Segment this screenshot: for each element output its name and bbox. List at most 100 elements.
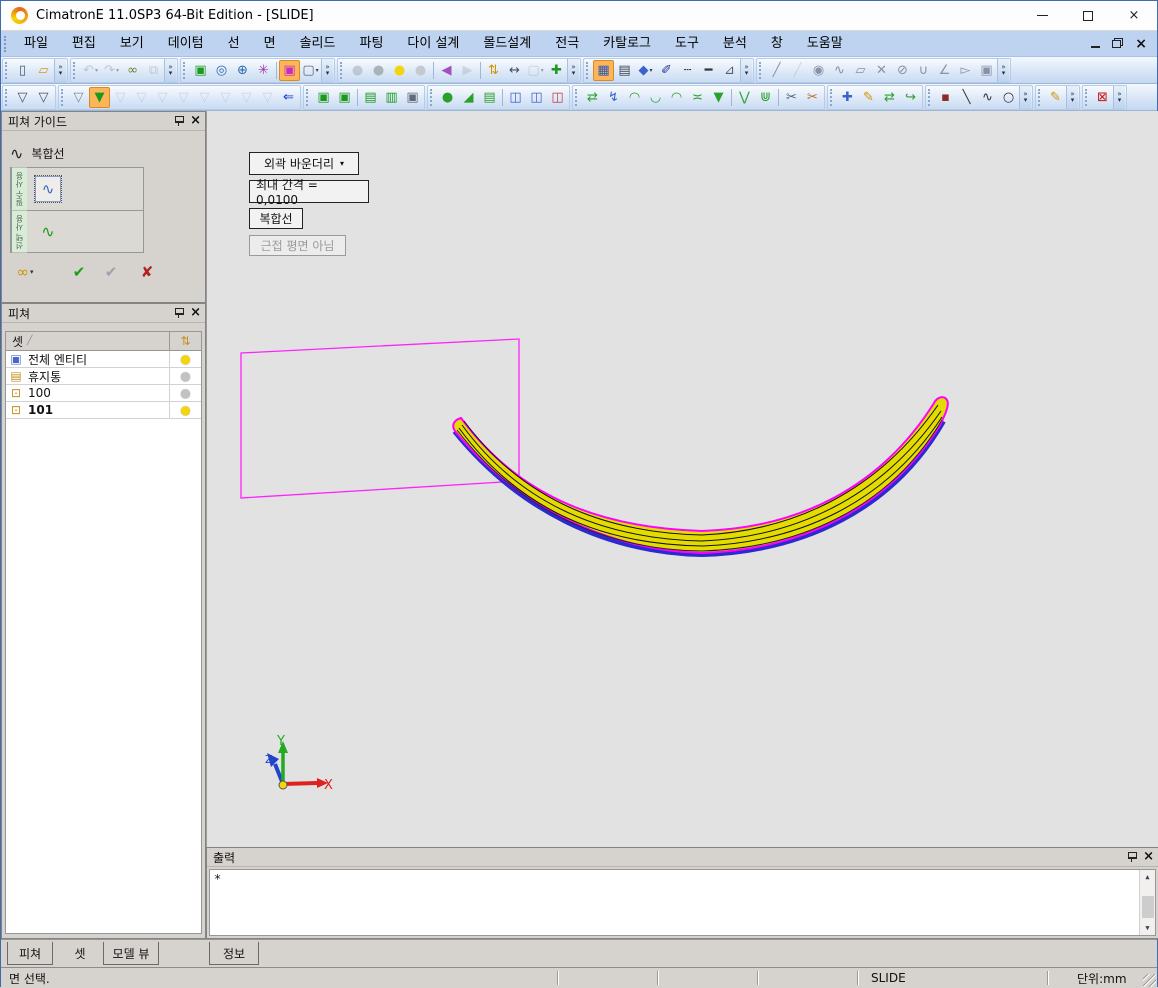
surface-dome-button[interactable]: ◠ — [624, 87, 645, 108]
minimize-button[interactable] — [1019, 1, 1065, 30]
table-row-recycle-bin[interactable]: ▤ 휴지통 ● — [6, 368, 201, 385]
toolbar-overflow-button[interactable]: » ▾ — [1113, 85, 1125, 109]
scroll-up-icon[interactable]: ▲ — [1140, 870, 1155, 884]
menu-item-1[interactable]: 편집 — [60, 36, 108, 51]
menubar-grip[interactable] — [4, 35, 8, 52]
pick-curves-step-icon[interactable]: ∿ — [34, 174, 62, 203]
tab-feature[interactable]: 피쳐 — [7, 942, 53, 965]
filter-active-button[interactable]: ▼ — [89, 86, 110, 108]
menu-item-4[interactable]: 선 — [216, 36, 252, 51]
measure-button[interactable]: ↔ — [504, 60, 525, 81]
snap-endpoint-button[interactable]: ╱ — [766, 60, 787, 81]
load-set-button[interactable]: ▣ — [334, 87, 355, 108]
resize-grip[interactable] — [1143, 974, 1156, 987]
filter-solids-button[interactable]: ▽ — [215, 87, 236, 108]
toolbar-overflow-button[interactable]: » ▾ — [997, 58, 1009, 82]
undo-button[interactable]: ↶ ▾ — [80, 60, 101, 81]
solid-chamfer-button[interactable]: ◢ — [458, 87, 479, 108]
toolbar-overflow-button[interactable]: » ▾ — [321, 58, 333, 82]
cut-by-plane-button[interactable]: ✂ — [802, 87, 823, 108]
pick-attribute-button[interactable]: ✐ — [656, 60, 677, 81]
snap-free-button[interactable]: ▻ — [955, 60, 976, 81]
toolbar-overflow-button[interactable]: » ▾ — [567, 58, 579, 82]
pin-icon[interactable] — [173, 307, 185, 319]
filter-planes-button[interactable]: ▽ — [173, 87, 194, 108]
tab-info[interactable]: 정보 — [209, 942, 259, 965]
apply-next-button[interactable]: ✔ — [98, 263, 124, 281]
snap-grid-button[interactable]: ▣ — [976, 60, 997, 81]
toolbar-grip[interactable] — [1085, 88, 1089, 106]
bulb-off-icon[interactable]: ● — [180, 369, 190, 383]
menu-item-2[interactable]: 보기 — [108, 36, 156, 51]
toolbar-grip[interactable] — [1038, 88, 1042, 106]
menu-item-3[interactable]: 데이텀 — [156, 36, 216, 51]
table-row-all-entities[interactable]: ▣ 전체 엔티티 ● — [6, 351, 201, 368]
close-icon[interactable]: × — [1143, 850, 1154, 863]
open-file-button[interactable]: ▱ — [33, 60, 54, 81]
entity-links-button[interactable]: ∞ — [122, 60, 143, 81]
surface-offset-button[interactable]: ⇄ — [582, 87, 603, 108]
row-label[interactable]: 전체 엔티티 — [26, 351, 169, 368]
cut-by-curve-button[interactable]: ✂ — [781, 87, 802, 108]
maximize-button[interactable] — [1065, 1, 1111, 30]
toolbar-grip[interactable] — [759, 61, 763, 79]
toolbar-overflow-button[interactable]: » ▾ — [1019, 85, 1031, 109]
filter-copies-button[interactable]: ▽ — [68, 87, 89, 108]
filter-surfaces-button[interactable]: ▽ — [194, 87, 215, 108]
toolbar-grip[interactable] — [575, 88, 579, 106]
dropdown-arrow-icon[interactable]: ▾ — [95, 67, 98, 74]
move-edit-button[interactable]: ✎ — [858, 87, 879, 108]
copy-box-button[interactable]: ▥ — [381, 87, 402, 108]
surface-flange-button[interactable]: ◠ — [666, 87, 687, 108]
menu-item-7[interactable]: 파팅 — [347, 36, 395, 51]
split-two-button[interactable]: ◫ — [526, 87, 547, 108]
close-icon[interactable]: × — [190, 306, 201, 319]
snap-center-button[interactable]: ◉ — [808, 60, 829, 81]
max-gap-button[interactable]: 최대 간격 = 0,0100 — [249, 178, 369, 207]
chevron-down-icon[interactable]: ▾ — [30, 268, 34, 276]
scroll-down-icon[interactable]: ▼ — [1140, 921, 1155, 935]
toolbar-overflow-button[interactable]: » ▾ — [1066, 85, 1078, 109]
zoom-all-button[interactable]: ▣ — [190, 60, 211, 81]
close-button[interactable]: × — [1111, 1, 1157, 30]
uv-lines-button[interactable]: ▦ — [593, 59, 614, 81]
toolbar-grip[interactable] — [586, 61, 590, 79]
outer-boundary-button[interactable]: 외곽 바운더리 ▾ — [249, 152, 359, 175]
trim-button[interactable]: ⋁ — [734, 87, 755, 108]
tab-set[interactable]: 셋 — [61, 942, 99, 965]
zoom-window-button[interactable]: ⊕ — [232, 60, 253, 81]
solid-fillet-button[interactable]: ● — [437, 87, 458, 108]
surface-twist-button[interactable]: ↯ — [603, 87, 624, 108]
slide-band[interactable] — [452, 396, 949, 555]
close-icon[interactable]: × — [190, 114, 201, 127]
menu-item-8[interactable]: 다이 설계 — [395, 36, 471, 51]
row-label[interactable]: 100 — [26, 386, 169, 400]
bulb-on-icon[interactable]: ● — [180, 352, 190, 366]
menu-item-5[interactable]: 면 — [252, 36, 288, 51]
mirror-button[interactable]: ⇄ — [879, 87, 900, 108]
transform-arrow-button[interactable]: ↪ — [900, 87, 921, 108]
open-box-button[interactable]: ▤ — [360, 87, 381, 108]
line-style-button[interactable]: ┄ — [677, 60, 698, 81]
filter-sets-button[interactable]: ▽ — [236, 87, 257, 108]
surface-bend-button[interactable]: ◡ — [645, 87, 666, 108]
dropdown-arrow-icon[interactable]: ▾ — [116, 67, 119, 74]
spline-button[interactable]: ∿ — [977, 87, 998, 108]
menu-item-11[interactable]: 카탈로그 — [591, 36, 663, 51]
create-set-button[interactable]: ▣ — [313, 87, 334, 108]
menu-item-6[interactable]: 솔리드 — [288, 36, 348, 51]
filter-dimensions-button[interactable]: ▽ — [257, 87, 278, 108]
copy-geometry-button[interactable]: ⧉ — [143, 60, 164, 81]
toolbar-overflow-button[interactable]: » ▾ — [54, 58, 66, 82]
sets-table-header[interactable]: 셋 ╱ ⇅ — [6, 332, 201, 351]
ok-button[interactable]: ✔ — [66, 263, 92, 281]
previous-display-button[interactable]: ◀ — [436, 60, 457, 81]
doc-restore-button[interactable] — [1112, 37, 1124, 51]
point-button[interactable]: ▪ — [935, 87, 956, 108]
next-display-button[interactable]: ▶ — [457, 60, 478, 81]
vertical-scrollbar[interactable]: ▲ ▼ — [1139, 870, 1155, 935]
bulb-off-button[interactable]: ● — [368, 60, 389, 81]
pin-icon[interactable] — [173, 115, 185, 127]
sketcher-button[interactable]: ✎ — [1045, 87, 1066, 108]
surface-funnel-button[interactable]: ▼ — [708, 87, 729, 108]
